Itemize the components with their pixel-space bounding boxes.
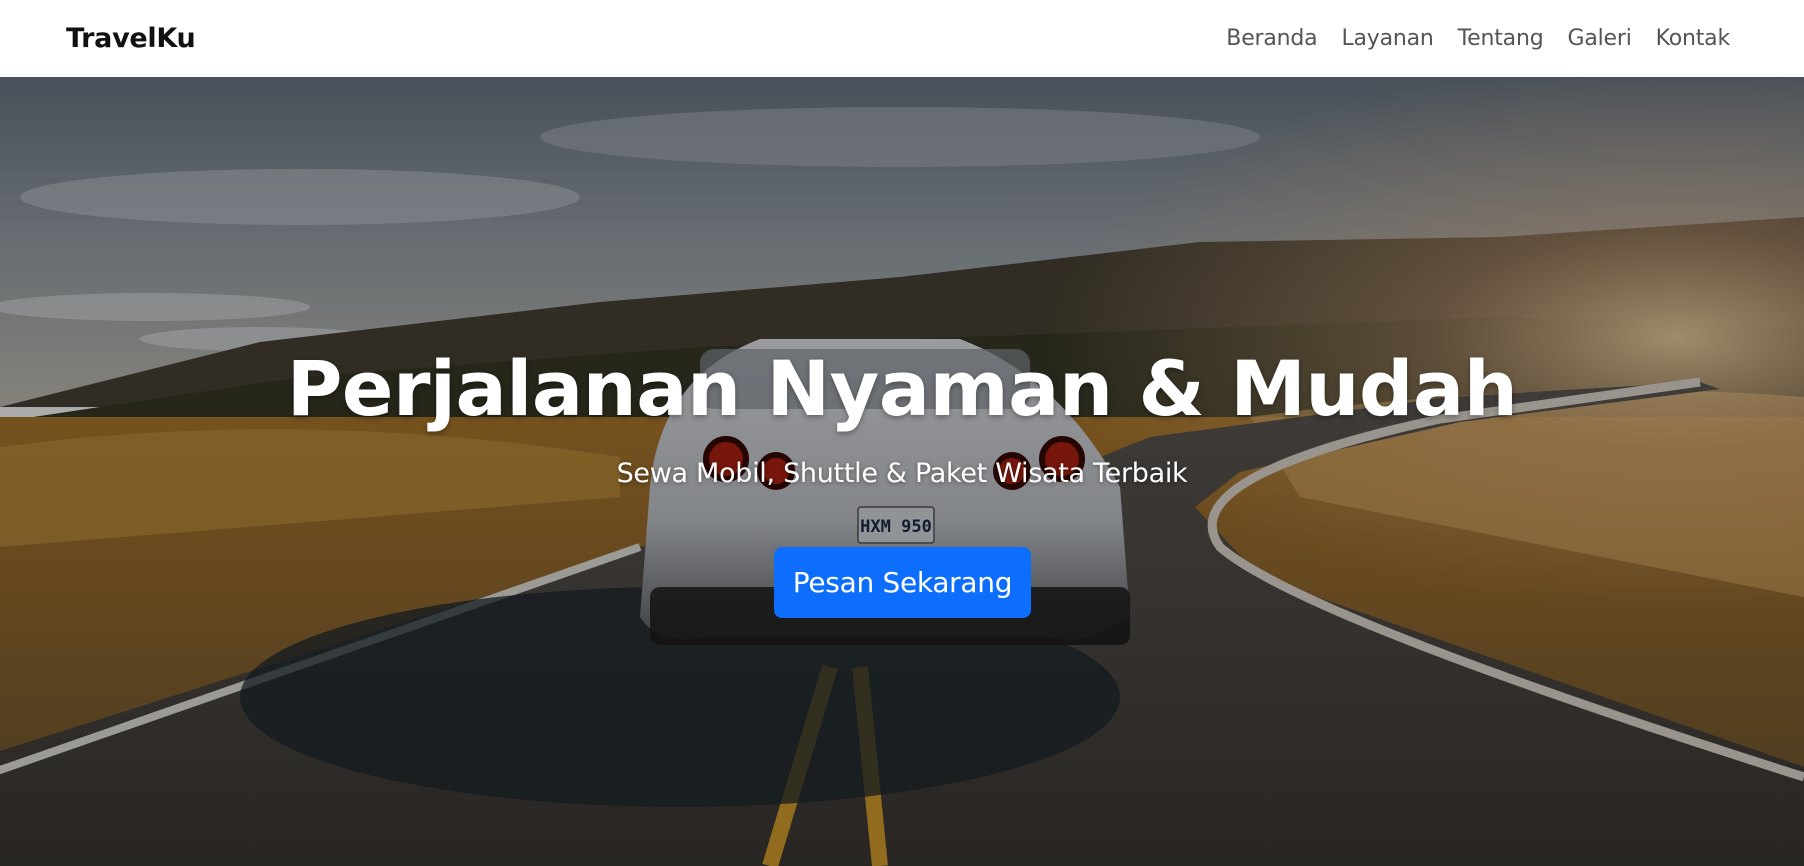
hero-title: Perjalanan Nyaman & Mudah [286,344,1518,433]
nav-link-galeri[interactable]: Galeri [1567,26,1631,51]
hero-section: HXM 950 Perjalanan Nyaman & Mudah Sewa M… [0,77,1804,866]
nav-link-kontak[interactable]: Kontak [1656,26,1731,51]
hero-subtitle: Sewa Mobil, Shuttle & Paket Wisata Terba… [616,458,1188,489]
hero-content: Perjalanan Nyaman & Mudah Sewa Mobil, Sh… [0,77,1804,866]
nav-link-beranda[interactable]: Beranda [1226,26,1317,51]
book-now-button[interactable]: Pesan Sekarang [774,547,1031,618]
nav-links: Beranda Layanan Tentang Galeri Kontak [1226,26,1730,51]
brand-logo[interactable]: TravelKu [66,23,196,54]
nav-link-tentang[interactable]: Tentang [1458,26,1544,51]
navbar: TravelKu Beranda Layanan Tentang Galeri … [0,0,1804,77]
nav-link-layanan[interactable]: Layanan [1341,26,1433,51]
